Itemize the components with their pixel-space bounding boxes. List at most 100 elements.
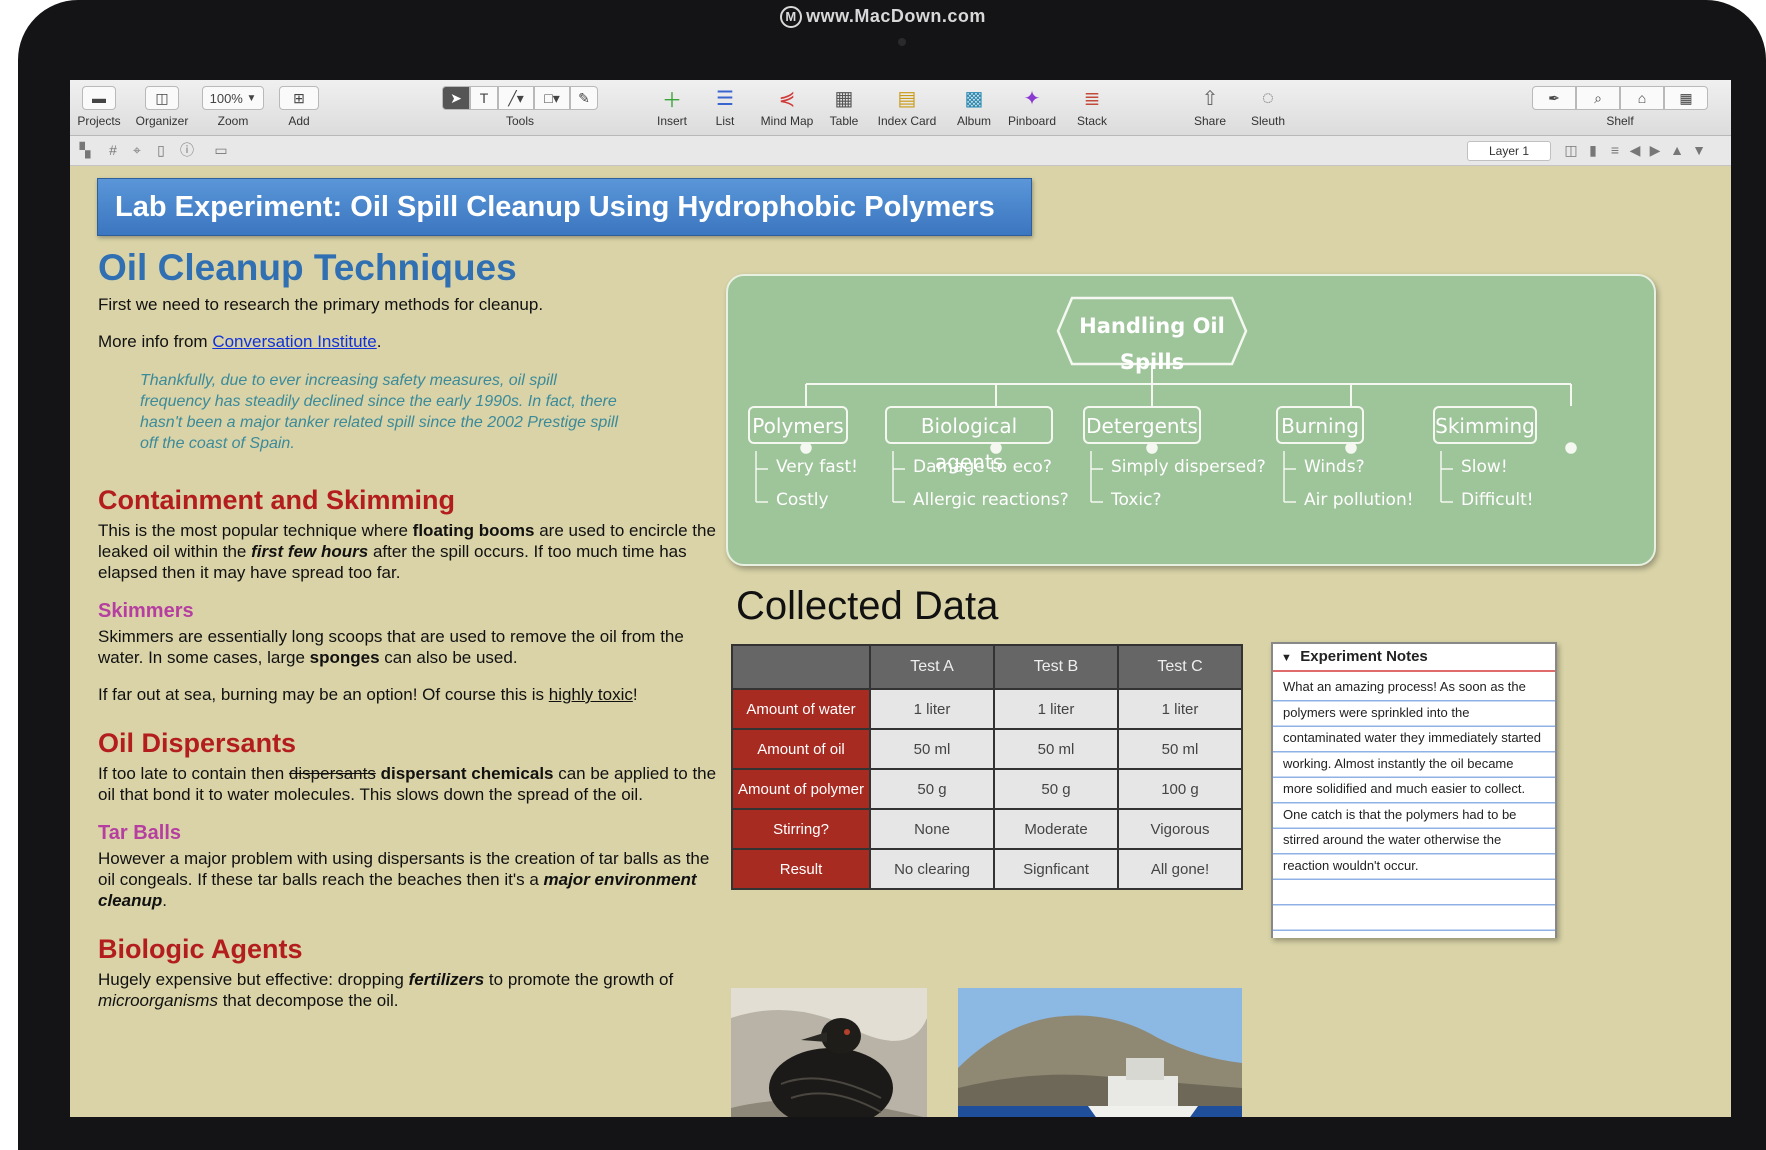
mind-map-leaf[interactable]: Simply dispersed? bbox=[1111, 457, 1266, 477]
library-icon[interactable]: ⌂ bbox=[1620, 86, 1664, 110]
table-cell[interactable]: 1 liter bbox=[869, 688, 995, 730]
column-header[interactable]: Test A bbox=[869, 644, 995, 690]
table-cell[interactable]: 50 ml bbox=[869, 728, 995, 770]
line-tool-icon[interactable]: ╱▾ bbox=[498, 86, 534, 110]
row-header[interactable]: Stirring? bbox=[731, 808, 871, 850]
mind-map-leaf[interactable]: Difficult! bbox=[1461, 490, 1534, 510]
row-header[interactable]: Amount of polymer bbox=[731, 768, 871, 810]
mind-map-node[interactable]: Detergents bbox=[1083, 406, 1201, 444]
row-header[interactable]: Amount of water bbox=[731, 688, 871, 730]
mind-map-button[interactable]: ⋞ Mind Map bbox=[754, 86, 820, 129]
brush-tool-icon[interactable]: ✎ bbox=[570, 86, 598, 110]
mind-map-leaf[interactable]: Slow! bbox=[1461, 457, 1508, 477]
mind-map-node[interactable]: Biological agents bbox=[885, 406, 1053, 474]
zoom-select[interactable]: 100% ▼ Zoom bbox=[200, 86, 266, 128]
row-header[interactable]: Result bbox=[731, 848, 871, 890]
mind-map-root[interactable]: Handling Oil Spills bbox=[1072, 308, 1232, 380]
table-cell[interactable]: Signficant bbox=[993, 848, 1119, 890]
notes-body[interactable]: What an amazing process! As soon as the … bbox=[1273, 674, 1555, 938]
inspector-icon[interactable]: ✒ bbox=[1532, 86, 1576, 110]
text-tool-icon[interactable]: T bbox=[470, 86, 498, 110]
table-cell[interactable]: 1 liter bbox=[1117, 688, 1243, 730]
stack-button[interactable]: ≣ Stack bbox=[1066, 86, 1118, 129]
next-icon[interactable]: ▶ bbox=[1646, 141, 1664, 159]
row-header[interactable]: Amount of oil bbox=[731, 728, 871, 770]
add-page-icon: ⊞ bbox=[279, 86, 319, 110]
table-cell[interactable]: 50 g bbox=[993, 768, 1119, 810]
heading-dispersants: Oil Dispersants bbox=[98, 728, 297, 758]
mind-map-leaf[interactable]: Costly bbox=[776, 490, 829, 510]
document-title[interactable]: Lab Experiment: Oil Spill Cleanup Using … bbox=[97, 178, 1032, 236]
mind-map-leaf[interactable]: Very fast! bbox=[776, 457, 858, 477]
bookmark-icon[interactable]: ▮ bbox=[1584, 141, 1602, 159]
disclosure-triangle-icon[interactable]: ▼ bbox=[1281, 652, 1292, 664]
page-icon[interactable]: ▯ bbox=[152, 141, 170, 159]
arrow-tool-icon[interactable]: ➤ bbox=[442, 86, 470, 110]
search-icon[interactable]: ⌕ bbox=[1576, 86, 1620, 110]
column-header[interactable]: Test B bbox=[993, 644, 1119, 690]
index-card-button[interactable]: ▤ Index Card bbox=[870, 86, 944, 129]
mind-map-leaf[interactable]: Toxic? bbox=[1111, 490, 1162, 510]
table-button[interactable]: ▦ Table bbox=[822, 86, 866, 129]
mind-map-node[interactable]: Skimming bbox=[1433, 406, 1537, 444]
grid-icon[interactable]: # bbox=[104, 141, 122, 159]
add-button[interactable]: ⊞ Add bbox=[276, 86, 322, 128]
table-cell[interactable]: 50 ml bbox=[993, 728, 1119, 770]
layout-icon[interactable]: ▚ bbox=[76, 141, 94, 159]
table-cell[interactable]: 50 ml bbox=[1117, 728, 1243, 770]
document-canvas[interactable]: Lab Experiment: Oil Spill Cleanup Using … bbox=[70, 166, 1731, 1117]
down-icon[interactable]: ▼ bbox=[1690, 141, 1708, 159]
table-cell[interactable]: 50 g bbox=[869, 768, 995, 810]
oiled-bird-photo[interactable] bbox=[731, 988, 927, 1117]
table-corner bbox=[731, 644, 871, 690]
mind-map-leaf[interactable]: Damage to eco? bbox=[913, 457, 1052, 477]
experiment-notes-card[interactable]: ▼ Experiment Notes What an amazing proce… bbox=[1271, 642, 1557, 938]
projects-button[interactable]: ▬ Projects bbox=[76, 86, 122, 128]
table-cell[interactable]: All gone! bbox=[1117, 848, 1243, 890]
research-text[interactable]: Oil Cleanup Techniques First we need to … bbox=[98, 246, 718, 1011]
app-screen: ▬ Projects ◫ Organizer 100% ▼ Zoom ⊞ Add ➤ T… bbox=[70, 80, 1731, 1117]
mind-map[interactable]: Handling Oil Spills Polymers Very fast! Co… bbox=[726, 274, 1656, 566]
cleanup-boat-photo[interactable] bbox=[958, 988, 1242, 1117]
shape-tool-icon[interactable]: □▾ bbox=[534, 86, 570, 110]
album-icon: ▩ bbox=[964, 87, 984, 110]
conversation-institute-link[interactable]: Conversation Institute bbox=[212, 332, 376, 351]
mind-map-node[interactable]: Burning bbox=[1276, 406, 1364, 444]
chevron-down-icon: ▼ bbox=[246, 92, 257, 104]
tag-icon[interactable]: ⌖ bbox=[128, 141, 146, 159]
mind-map-leaf[interactable]: Allergic reactions? bbox=[913, 490, 1069, 510]
table-cell[interactable]: Moderate bbox=[993, 808, 1119, 850]
prev-icon[interactable]: ◀ bbox=[1626, 141, 1644, 159]
heading-containment: Containment and Skimming bbox=[98, 485, 456, 515]
organizer-button[interactable]: ◫ Organizer bbox=[132, 86, 192, 128]
table-row: Result No clearing Signficant All gone! bbox=[731, 848, 1243, 890]
heading-biologic: Biologic Agents bbox=[98, 934, 303, 964]
info-icon[interactable]: ⓘ bbox=[178, 141, 196, 159]
clipboard-icon[interactable]: ▭ bbox=[212, 141, 230, 159]
notes-header[interactable]: ▼ Experiment Notes bbox=[1273, 644, 1555, 672]
calculator-icon[interactable]: ▦ bbox=[1664, 86, 1708, 110]
insert-button[interactable]: ＋ Insert bbox=[646, 86, 698, 129]
pinboard-button[interactable]: ✦ Pinboard bbox=[1000, 86, 1064, 129]
mind-map-node[interactable]: Polymers bbox=[748, 406, 848, 444]
shelf-group: ✒ ⌕ ⌂ ▦ Shelf bbox=[1520, 86, 1720, 128]
column-header[interactable]: Test C bbox=[1117, 644, 1243, 690]
pin-icon: ✦ bbox=[1023, 87, 1041, 110]
table-cell[interactable]: None bbox=[869, 808, 995, 850]
list-button[interactable]: ☰ List bbox=[702, 86, 748, 129]
table-cell[interactable]: Vigorous bbox=[1117, 808, 1243, 850]
data-table[interactable]: Test A Test B Test C Amount of water 1 lite… bbox=[731, 644, 1243, 890]
split-view-icon[interactable]: ◫ bbox=[1562, 141, 1580, 159]
collected-data-title[interactable]: Collected Data bbox=[736, 584, 998, 629]
table-cell[interactable]: 1 liter bbox=[993, 688, 1119, 730]
share-button[interactable]: ⇧ Share bbox=[1185, 86, 1235, 129]
outline-icon[interactable]: ≡ bbox=[1606, 141, 1624, 159]
album-button[interactable]: ▩ Album bbox=[948, 86, 1000, 129]
mind-map-leaf[interactable]: Air pollution! bbox=[1304, 490, 1414, 510]
layer-select[interactable]: Layer 1 bbox=[1467, 141, 1551, 161]
sleuth-button[interactable]: ◌ Sleuth bbox=[1239, 86, 1297, 129]
table-cell[interactable]: No clearing bbox=[869, 848, 995, 890]
up-icon[interactable]: ▲ bbox=[1668, 141, 1686, 159]
mind-map-leaf[interactable]: Winds? bbox=[1304, 457, 1365, 477]
table-cell[interactable]: 100 g bbox=[1117, 768, 1243, 810]
